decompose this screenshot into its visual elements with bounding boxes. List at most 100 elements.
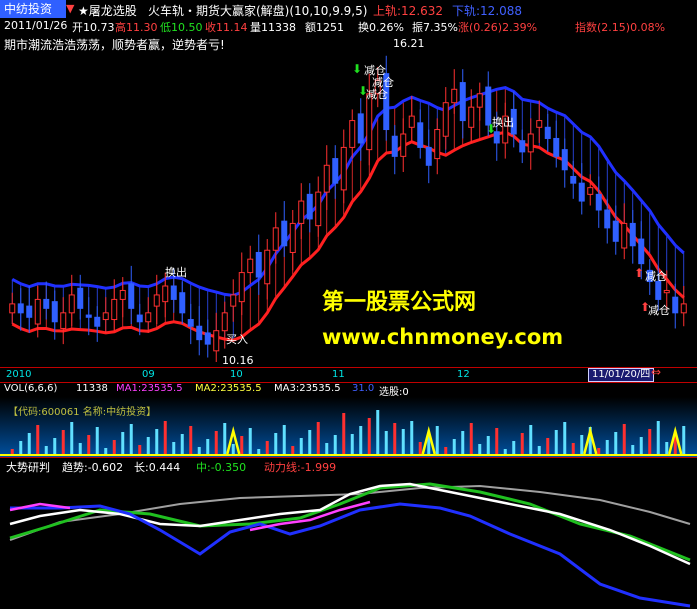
candle-body	[323, 164, 330, 193]
vol-label: VOL(6,6,6)	[4, 383, 58, 394]
candle-body	[400, 133, 407, 157]
candle-body	[179, 292, 186, 314]
candle-body	[255, 251, 262, 278]
volume-bar	[648, 429, 652, 455]
volume-bar	[384, 431, 388, 455]
divider	[0, 457, 697, 458]
quote-turnover: 换0.26%	[358, 21, 404, 34]
candle-body	[332, 158, 339, 184]
candle-body	[238, 272, 245, 303]
volume-bar	[520, 433, 524, 455]
volume-bar	[291, 446, 295, 455]
volume-bar	[410, 421, 414, 455]
stock-name-tab[interactable]: 中纺投资	[0, 0, 66, 18]
volume-bar	[325, 443, 329, 455]
upper-band-value: 上轨:12.632	[373, 4, 444, 18]
volume-bar	[129, 424, 133, 455]
candle-body	[553, 137, 560, 157]
cursor-date-badge: 11/01/20/四	[588, 368, 655, 382]
trend-label: 大势研判	[6, 461, 50, 474]
axis-month-10: 10	[230, 369, 243, 380]
volume-bar	[665, 442, 669, 455]
candle-body	[85, 314, 92, 318]
candle-body	[119, 289, 126, 300]
candle-body	[315, 191, 322, 227]
candle-body	[408, 115, 415, 128]
volume-bar	[512, 441, 516, 455]
candle-body	[230, 294, 237, 307]
volume-bar	[138, 445, 142, 455]
swap-label-1: 换出	[165, 266, 187, 279]
volume-bar	[435, 426, 439, 455]
quote-date: 2011/01/26	[4, 19, 68, 32]
volume-bar	[333, 435, 337, 455]
candle-body	[60, 312, 67, 329]
candle-body	[153, 294, 160, 307]
volume-bar	[104, 448, 108, 455]
vol-pick: 选股:0	[379, 387, 409, 398]
volume-bar	[376, 410, 380, 455]
indicator-name[interactable]: 火车轨・期货大赢家(解盘)(10,10,9.9,5)	[148, 2, 367, 19]
watermark-title: 第一股票公式网	[322, 290, 477, 315]
volume-bar	[461, 431, 465, 455]
dropdown-arrow-icon[interactable]: ▼	[66, 2, 74, 15]
candle-body	[621, 222, 628, 249]
left-right-arrows-icon[interactable]: ⇔	[651, 365, 661, 379]
candle-body	[366, 93, 373, 151]
candle-body	[340, 146, 347, 191]
volume-bar	[265, 441, 269, 455]
down-arrow-icon: ⬇	[352, 62, 363, 76]
volume-bar	[231, 444, 235, 455]
candle-body	[204, 332, 211, 345]
quote-amount: 额1251	[305, 21, 344, 34]
quote-volume: 量11338	[250, 21, 296, 34]
candle-body	[77, 287, 84, 309]
candle-body	[187, 319, 194, 327]
low-price-label: 10.16	[222, 354, 254, 367]
main-kline-chart[interactable]	[0, 52, 697, 368]
volume-bar	[418, 442, 422, 455]
volume-bar	[155, 429, 159, 455]
volume-bar	[546, 438, 550, 455]
candle-body	[213, 330, 220, 352]
candle-body	[162, 285, 169, 303]
volume-bar	[639, 437, 643, 455]
volume-bar	[121, 432, 125, 455]
trend-value: 趋势:-0.602	[62, 461, 124, 474]
long-value: 长:0.444	[134, 461, 181, 474]
candle-body	[570, 175, 577, 184]
axis-year-2010: 2010	[6, 369, 32, 380]
candle-body	[9, 303, 16, 314]
candle-body	[544, 126, 551, 139]
candle-body	[94, 316, 101, 327]
vol-ma3: MA3:23535.5	[274, 383, 341, 394]
candle-body	[34, 298, 41, 325]
volume-bar	[444, 447, 448, 455]
up-arrow-icon: ⬆	[634, 266, 645, 280]
lower-band-value: 下轨:12.088	[452, 4, 523, 18]
title-bar: 中纺投资 ▼ ★屠龙选股 火车轨・期货大赢家(解盘)(10,10,9.9,5) …	[0, 0, 697, 18]
volume-bar	[61, 430, 65, 455]
stock-picker-menu[interactable]: ★屠龙选股	[78, 2, 137, 19]
candle-body	[298, 200, 305, 224]
vol-extra: 31.0	[352, 383, 375, 394]
candle-body	[451, 88, 458, 104]
candle-body	[102, 312, 109, 321]
vol-value: 11338	[76, 383, 108, 394]
axis-month-09: 09	[142, 369, 155, 380]
quote-high: 高11.30	[115, 21, 158, 34]
code-name-line: 【代码:600061 名称:中纺投资】	[8, 407, 157, 418]
volume-bar	[554, 430, 558, 455]
quote-low: 低10.50	[160, 21, 203, 34]
volume-bar	[631, 445, 635, 455]
volume-bar	[614, 432, 618, 455]
volume-bar	[537, 446, 541, 455]
volume-bar	[240, 436, 244, 455]
candle-body	[434, 129, 441, 160]
volume-bar	[146, 437, 150, 455]
candle-body	[264, 249, 271, 285]
candle-body	[136, 314, 143, 323]
power-line	[10, 502, 691, 608]
trend-chart[interactable]	[0, 474, 697, 609]
volume-bar	[223, 423, 227, 455]
